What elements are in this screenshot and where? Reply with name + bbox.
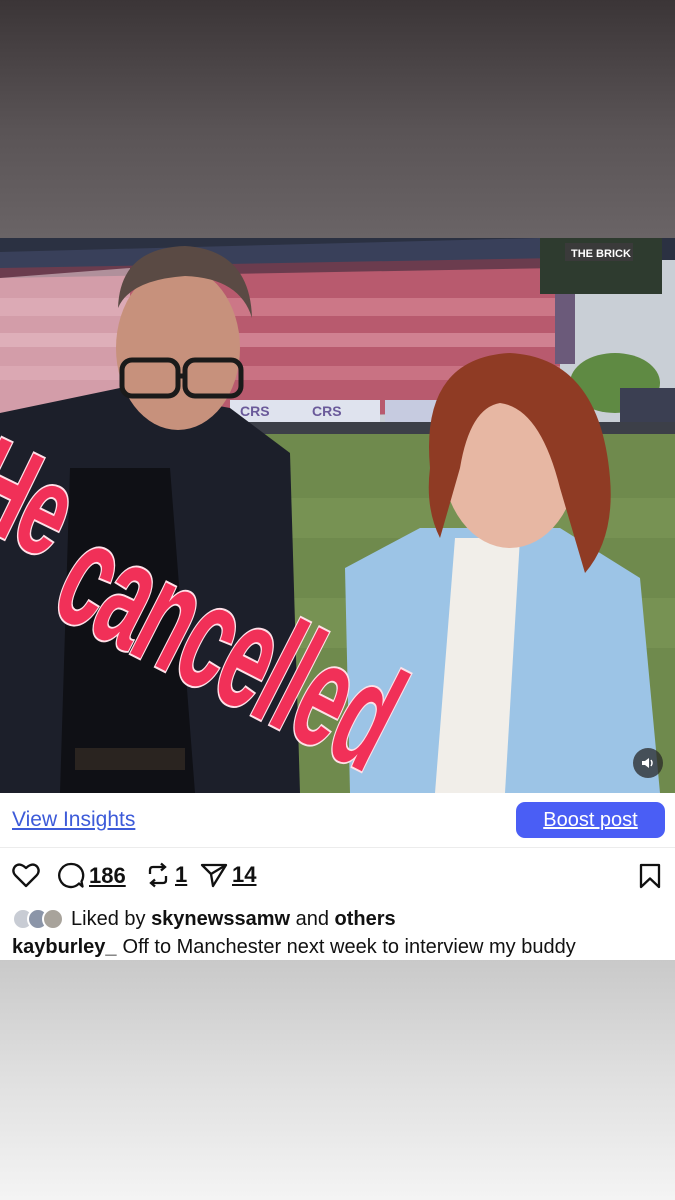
save-button[interactable] xyxy=(638,863,662,889)
avatar xyxy=(42,908,64,930)
likes-connector: and xyxy=(295,907,329,930)
likes-others[interactable]: others xyxy=(335,908,396,931)
speaker-icon xyxy=(642,758,653,768)
comment-button[interactable]: 186 xyxy=(57,862,126,889)
story-background-top xyxy=(0,0,675,238)
mute-toggle-button[interactable] xyxy=(633,748,663,778)
like-button[interactable] xyxy=(12,862,40,888)
liker-username[interactable]: skynewssamw xyxy=(151,908,290,931)
likes-summary[interactable]: Liked by skynewssamw and others xyxy=(12,906,396,932)
boost-post-button[interactable]: Boost post xyxy=(516,802,665,838)
stadium-sign: THE BRICK xyxy=(571,248,631,260)
liker-avatars xyxy=(12,908,64,930)
comment-count[interactable]: 186 xyxy=(89,863,126,889)
insights-bar: View Insights Boost post xyxy=(0,793,675,848)
story-background-bottom xyxy=(0,960,675,1200)
likes-prefix: Liked by xyxy=(71,907,146,930)
comment-bubble-icon xyxy=(58,862,85,889)
caption-username[interactable]: kayburley_ xyxy=(12,936,117,958)
repost-count[interactable]: 1 xyxy=(175,862,187,888)
post-video[interactable]: THE BRICK CRS CRS He cancelled xyxy=(0,238,675,793)
repost-button[interactable]: 1 xyxy=(145,862,187,888)
paper-plane-icon xyxy=(200,863,228,888)
caption: kayburley_ Off to Manchester next week to… xyxy=(12,936,672,959)
ad-board-text: CRS xyxy=(240,403,270,419)
share-count[interactable]: 14 xyxy=(232,862,256,888)
action-row: 186 1 14 xyxy=(0,848,675,904)
share-button[interactable]: 14 xyxy=(200,862,256,888)
caption-text: Off to Manchester next week to interview… xyxy=(122,936,576,958)
video-frame-illustration: THE BRICK CRS CRS xyxy=(0,238,675,793)
view-insights-link[interactable]: View Insights xyxy=(12,808,135,832)
repost-icon xyxy=(148,862,168,888)
heart-icon xyxy=(12,863,40,888)
bookmark-icon xyxy=(639,863,661,889)
svg-text:CRS: CRS xyxy=(312,403,342,419)
post-details: 186 1 14 Liked by skynewssamw and others… xyxy=(0,848,675,960)
